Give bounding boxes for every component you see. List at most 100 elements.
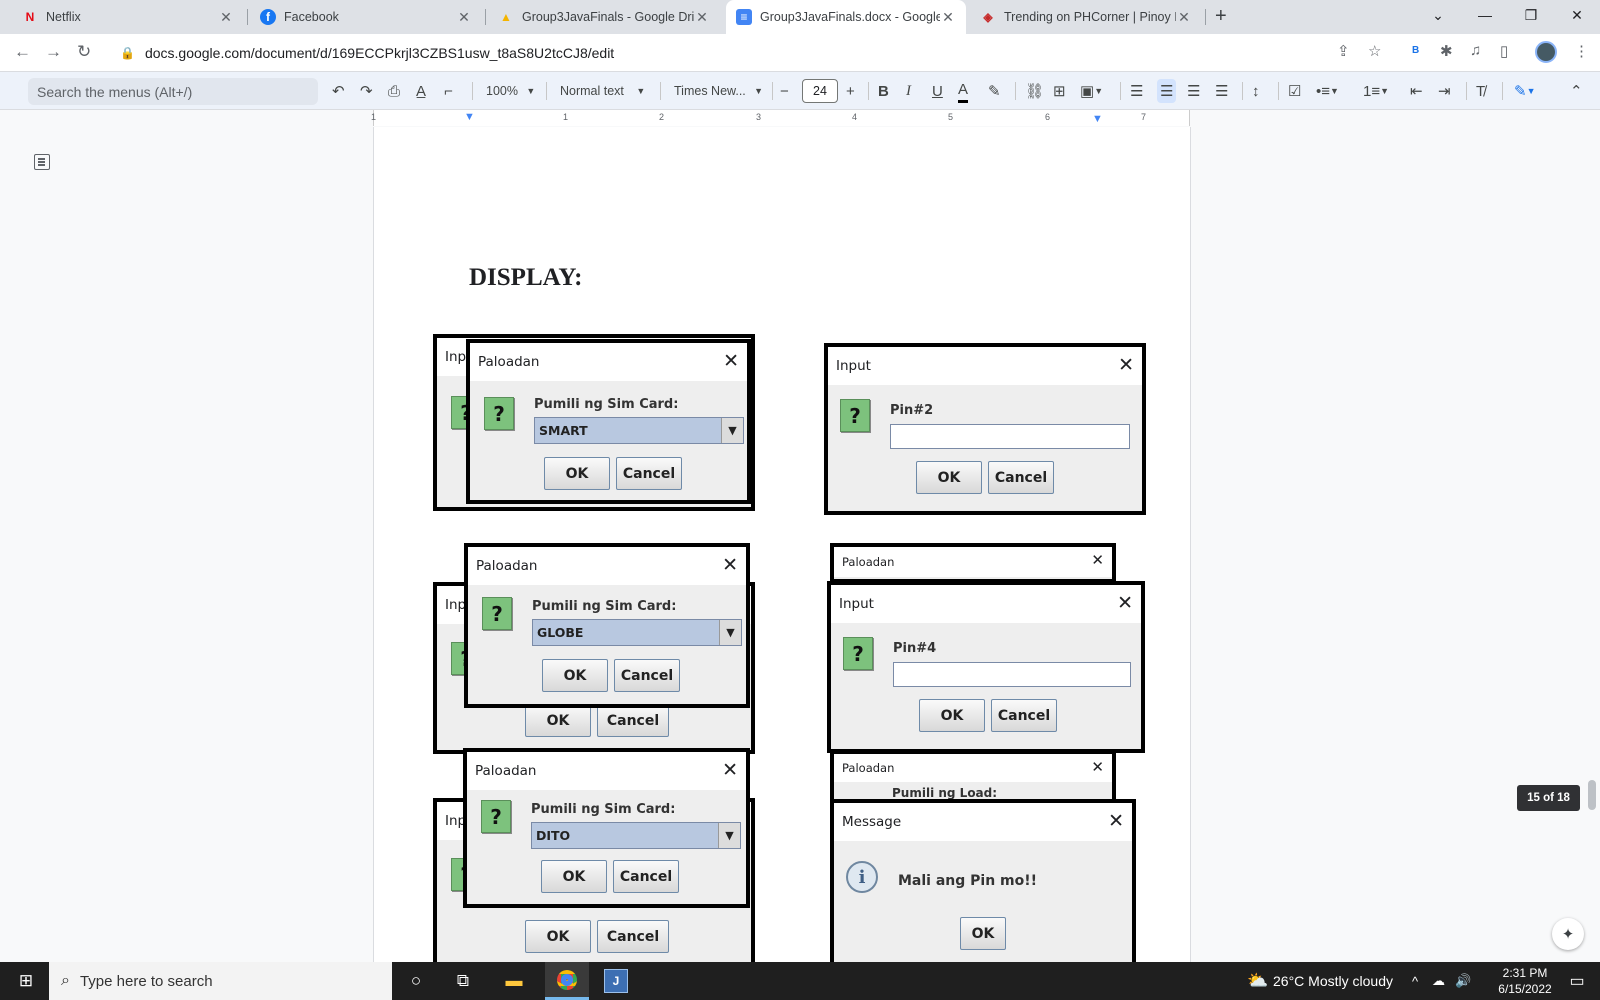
font-size-input[interactable]: 24 bbox=[802, 79, 838, 103]
align-center-icon[interactable]: ☰ bbox=[1157, 79, 1177, 103]
minimize-icon[interactable]: — bbox=[1462, 0, 1508, 30]
ok-button[interactable]: OK bbox=[960, 917, 1006, 950]
forward-arrow-icon[interactable]: → bbox=[45, 42, 62, 62]
pin-input[interactable] bbox=[893, 662, 1131, 687]
back-arrow-icon[interactable]: ← bbox=[14, 42, 31, 62]
notifications-icon[interactable]: ▭ bbox=[1562, 962, 1592, 1000]
close-tab-icon[interactable]: ✕ bbox=[1176, 9, 1192, 26]
increase-font-size-icon[interactable]: + bbox=[846, 79, 855, 103]
insert-comment-icon[interactable]: ⊞ bbox=[1053, 79, 1066, 103]
bold-icon[interactable]: B bbox=[878, 79, 889, 103]
line-spacing-icon[interactable]: ↕ bbox=[1252, 79, 1260, 103]
cancel-button[interactable]: Cancel bbox=[991, 699, 1057, 732]
taskbar-search-input[interactable]: ⌕ Type here to search bbox=[49, 962, 392, 1000]
clock[interactable]: 2:31 PM 6/15/2022 bbox=[1480, 962, 1570, 1000]
left-indent-marker-icon[interactable]: ▼ bbox=[464, 111, 475, 123]
close-icon[interactable]: ✕ bbox=[1091, 551, 1104, 569]
cancel-button[interactable]: Cancel bbox=[616, 457, 682, 490]
dropdown-arrow-icon[interactable]: ▼ bbox=[718, 823, 740, 848]
close-icon[interactable]: ✕ bbox=[1108, 810, 1124, 832]
close-icon[interactable]: ✕ bbox=[1117, 592, 1133, 614]
omnibox[interactable]: 🔒 docs.google.com/document/d/169ECCPkrjl… bbox=[112, 39, 1412, 67]
zoom-select[interactable]: 100% ▼ bbox=[486, 79, 535, 103]
volume-icon[interactable]: 🔊 bbox=[1455, 962, 1471, 1000]
checklist-icon[interactable]: ☑ bbox=[1288, 79, 1301, 103]
weather-text[interactable]: 26°C Mostly cloudy bbox=[1273, 962, 1393, 1000]
close-tab-icon[interactable]: ✕ bbox=[218, 9, 234, 26]
ok-button[interactable]: OK bbox=[916, 461, 982, 494]
ok-button[interactable]: OK bbox=[544, 457, 610, 490]
spellcheck-icon[interactable]: A̲ bbox=[416, 79, 426, 103]
document-outline-icon[interactable] bbox=[34, 154, 50, 170]
font-select[interactable]: Times New... ▼ bbox=[674, 79, 763, 103]
dropdown-arrow-icon[interactable]: ▼ bbox=[719, 620, 741, 645]
cancel-button[interactable]: Cancel bbox=[988, 461, 1054, 494]
restore-icon[interactable]: ❐ bbox=[1508, 0, 1554, 30]
align-justify-icon[interactable]: ☰ bbox=[1215, 79, 1228, 103]
ok-button[interactable]: OK bbox=[525, 920, 591, 953]
close-icon[interactable]: ✕ bbox=[722, 554, 738, 576]
chrome-taskbar-icon[interactable] bbox=[545, 962, 589, 1000]
style-select[interactable]: Normal text ▼ bbox=[560, 79, 645, 103]
file-explorer-icon[interactable]: ▬ bbox=[494, 962, 534, 1000]
show-hidden-icons-chevron-icon[interactable]: ^ bbox=[1412, 962, 1418, 1000]
clear-formatting-icon[interactable]: T̸ bbox=[1476, 79, 1485, 103]
close-tab-icon[interactable]: ✕ bbox=[456, 9, 472, 26]
collapse-toolbar-chevron-icon[interactable]: ⌃ bbox=[1570, 79, 1583, 103]
ok-button[interactable]: OK bbox=[525, 704, 591, 737]
insert-image-icon[interactable]: ▣ ▼ bbox=[1080, 79, 1103, 103]
close-tab-icon[interactable]: ✕ bbox=[694, 9, 710, 26]
cortana-circle-icon[interactable]: ○ bbox=[396, 962, 436, 1000]
cancel-button[interactable]: Cancel bbox=[597, 704, 669, 737]
tab-phcorner[interactable]: ◈ Trending on PHCorner | Pinoy Int ✕ bbox=[970, 0, 1202, 34]
cancel-button[interactable]: Cancel bbox=[597, 920, 669, 953]
underline-icon[interactable]: U bbox=[932, 79, 943, 103]
tab-netflix[interactable]: N Netflix ✕ bbox=[12, 0, 244, 34]
new-tab-plus-icon[interactable]: + bbox=[1215, 5, 1227, 28]
ok-button[interactable]: OK bbox=[541, 860, 607, 893]
right-indent-marker-icon[interactable]: ▼ bbox=[1092, 113, 1103, 125]
insert-link-icon[interactable]: ⛓ bbox=[1025, 79, 1044, 103]
paint-format-icon[interactable]: ⌐ bbox=[444, 79, 453, 103]
print-icon[interactable]: ⎙ bbox=[388, 79, 400, 103]
undo-icon[interactable]: ↶ bbox=[332, 79, 345, 103]
cancel-button[interactable]: Cancel bbox=[613, 860, 679, 893]
bulleted-list-icon[interactable]: •≡ ▼ bbox=[1316, 79, 1339, 103]
tab-google-docs-active[interactable]: ≡ Group3JavaFinals.docx - Google ✕ bbox=[726, 0, 966, 34]
text-color-icon[interactable]: A bbox=[958, 79, 969, 103]
scrollbar-thumb[interactable] bbox=[1588, 780, 1596, 810]
menu-search-input[interactable]: Search the menus (Alt+/) bbox=[28, 78, 318, 105]
close-icon[interactable]: ✕ bbox=[1091, 758, 1104, 776]
windows-start-icon[interactable]: ⊞ bbox=[6, 962, 46, 1000]
close-icon[interactable]: ✕ bbox=[1118, 354, 1134, 376]
increase-indent-icon[interactable]: ⇥ bbox=[1438, 79, 1451, 103]
network-icon[interactable]: ☁ bbox=[1432, 962, 1445, 1000]
task-view-icon[interactable]: ⧉ bbox=[443, 962, 483, 1000]
ok-button[interactable]: OK bbox=[919, 699, 985, 732]
media-control-icon[interactable]: ♫ bbox=[1470, 42, 1481, 59]
explore-sparkle-icon[interactable]: ✦ bbox=[1552, 918, 1584, 950]
extensions-puzzle-icon[interactable]: ✱ bbox=[1440, 42, 1453, 60]
extension-b-icon[interactable]: B bbox=[1412, 45, 1419, 56]
decrease-font-size-icon[interactable]: − bbox=[780, 79, 789, 103]
numbered-list-icon[interactable]: 1≡ ▼ bbox=[1363, 79, 1389, 103]
align-right-icon[interactable]: ☰ bbox=[1187, 79, 1200, 103]
italic-icon[interactable]: I bbox=[906, 79, 911, 103]
close-icon[interactable]: ✕ bbox=[723, 350, 739, 372]
highlight-color-icon[interactable]: ✎ bbox=[988, 79, 1001, 103]
editing-mode-pencil-icon[interactable]: ✎ ▼ bbox=[1514, 79, 1536, 103]
share-icon[interactable]: ⇪ bbox=[1337, 42, 1350, 60]
java-app-icon[interactable]: J bbox=[596, 962, 636, 1000]
ok-button[interactable]: OK bbox=[542, 659, 608, 692]
profile-avatar[interactable] bbox=[1535, 41, 1557, 63]
close-icon[interactable]: ✕ bbox=[722, 759, 738, 781]
more-menu-icon[interactable]: ⋮ bbox=[1574, 42, 1589, 60]
close-window-icon[interactable]: ✕ bbox=[1554, 0, 1600, 30]
sim-select[interactable]: DITO ▼ bbox=[531, 822, 741, 849]
sim-select[interactable]: GLOBE ▼ bbox=[532, 619, 742, 646]
tab-facebook[interactable]: f Facebook ✕ bbox=[250, 0, 482, 34]
close-tab-icon[interactable]: ✕ bbox=[940, 9, 956, 26]
decrease-indent-icon[interactable]: ⇤ bbox=[1410, 79, 1423, 103]
tab-search-chevron-icon[interactable]: ⌄ bbox=[1415, 0, 1461, 30]
align-left-icon[interactable]: ☰ bbox=[1130, 79, 1143, 103]
